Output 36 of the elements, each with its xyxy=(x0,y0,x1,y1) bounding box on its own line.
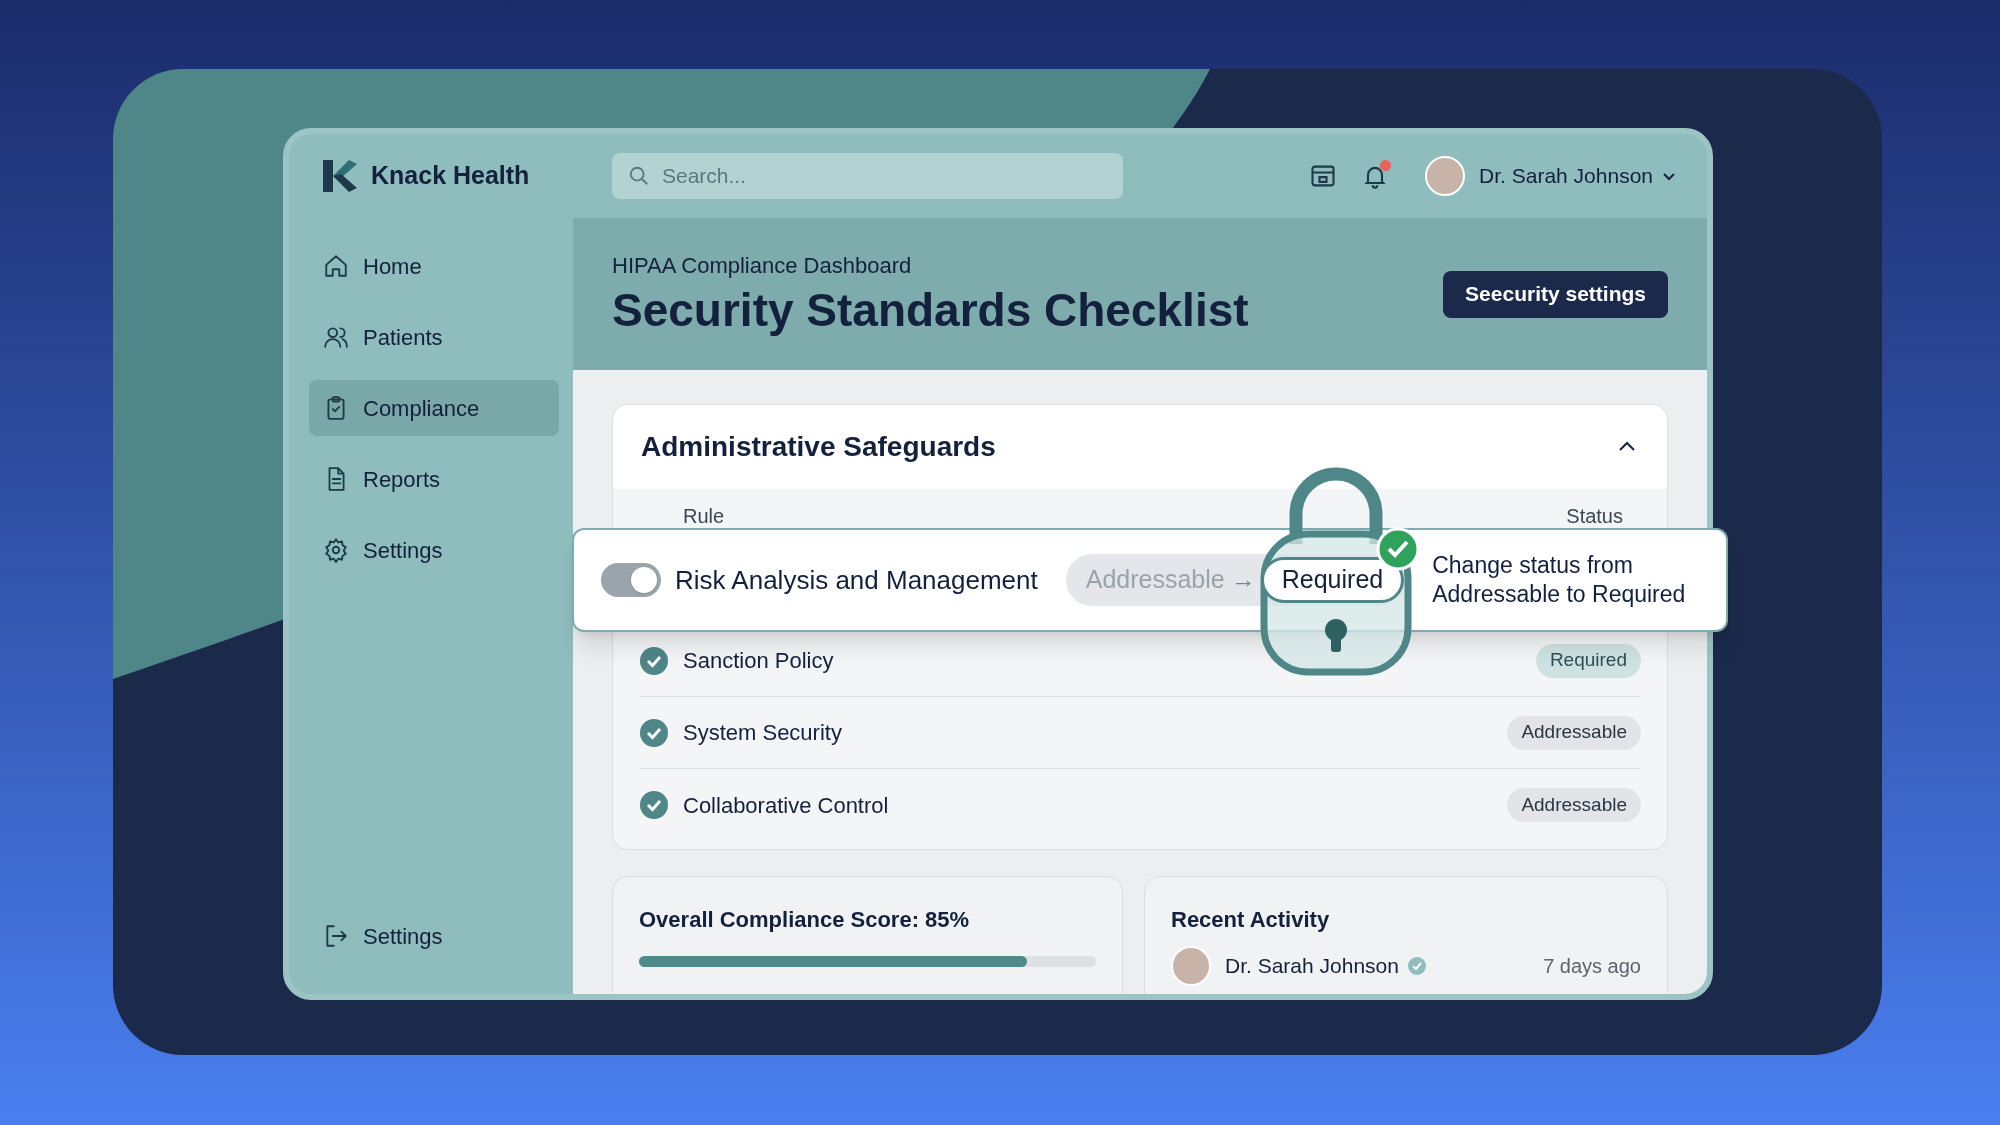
activity-title: Recent Activity xyxy=(1171,906,1331,934)
toggle-switch[interactable] xyxy=(601,563,661,597)
users-icon xyxy=(323,324,349,350)
status-badge: Required xyxy=(1535,643,1641,678)
status-badge: Addressable xyxy=(1507,788,1641,822)
nav-item[interactable]: Settings xyxy=(309,908,559,964)
search-field[interactable]: Search... xyxy=(612,153,1123,199)
rule-name: Sanction Policy xyxy=(683,647,834,675)
section-title: Administrative Safeguards xyxy=(641,430,996,464)
security-settings-button[interactable]: Seecurity settings xyxy=(1443,270,1668,318)
home-icon xyxy=(323,253,349,279)
logout-icon xyxy=(323,923,349,949)
status-message: Change status from Addressable to Required xyxy=(1432,551,1687,609)
from-status: Addressable xyxy=(1085,564,1225,596)
arrow: → xyxy=(1230,564,1256,596)
nav-item[interactable]: Home xyxy=(309,238,559,294)
nav-item[interactable]: Compliance xyxy=(309,380,559,436)
score-title: Overall Compliance Score: 85% xyxy=(639,906,971,934)
rule-name: System Security xyxy=(683,719,842,747)
rule-name: Risk Analysis and Management xyxy=(675,563,1038,597)
rule-name: Collaborative Control xyxy=(683,791,889,820)
nav-item[interactable]: Reports xyxy=(309,451,559,507)
settings-icon xyxy=(323,537,349,563)
app-name: Knack Health xyxy=(371,160,530,192)
avatar xyxy=(1171,946,1211,986)
nav-item[interactable]: Patients xyxy=(309,309,559,365)
breadcrumb: HIPAA Compliance Dashboard xyxy=(612,251,913,280)
column-header: Status xyxy=(1566,504,1623,529)
nav-item[interactable]: Settings xyxy=(309,522,559,578)
page-title: Security Standards Checklist xyxy=(612,282,1249,338)
status-badge: Addressable xyxy=(1507,715,1641,750)
activity-user: Dr. Sarah Johnson xyxy=(1225,953,1399,980)
search-icon xyxy=(628,165,650,187)
column-header: Rule xyxy=(683,504,725,529)
activity-time: 7 days ago xyxy=(1543,954,1641,979)
user-name[interactable]: Dr. Sarah Johnson xyxy=(1479,160,1653,192)
